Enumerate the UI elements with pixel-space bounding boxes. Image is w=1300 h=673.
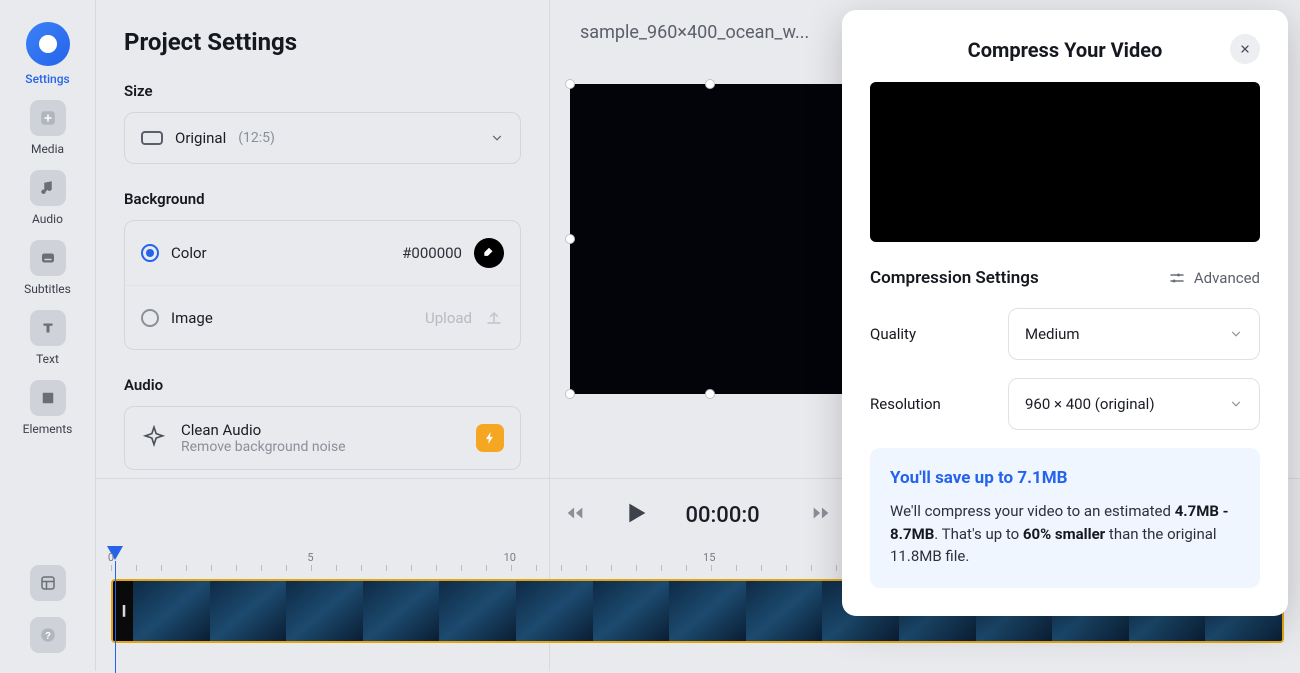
chevron-down-icon (490, 131, 504, 145)
filename: sample_960×400_ocean_w... (580, 22, 809, 43)
ruler-mark: 0 (108, 551, 114, 564)
help-button[interactable]: ? (30, 617, 66, 653)
elements-icon (30, 380, 66, 416)
bolt-icon (483, 431, 497, 445)
background-field-label: Background (124, 190, 521, 208)
resize-handle[interactable] (705, 389, 715, 399)
sidebar: Settings Media Audio Subtitles Text (0, 0, 95, 671)
sidebar-item-label: Elements (23, 422, 73, 436)
music-note-icon (30, 170, 66, 206)
layout-icon (39, 574, 57, 592)
sidebar-item-subtitles[interactable]: Subtitles (18, 240, 78, 296)
radio-color[interactable] (141, 244, 159, 262)
radio-image[interactable] (141, 309, 159, 327)
clean-audio-row[interactable]: Clean Audio Remove background noise (124, 406, 521, 470)
settings-icon (26, 22, 70, 66)
bg-color-hex: #000000 (402, 244, 462, 262)
play-icon (620, 497, 652, 529)
modal-title: Compress Your Video (968, 38, 1163, 62)
sidebar-item-label: Audio (32, 212, 63, 226)
chevron-down-icon (1229, 327, 1243, 341)
close-button[interactable] (1230, 34, 1260, 64)
rewind-button[interactable] (564, 502, 586, 528)
size-field-label: Size (124, 82, 521, 100)
bg-image-label: Image (171, 309, 213, 327)
rewind-icon (564, 502, 586, 524)
plus-icon (30, 100, 66, 136)
advanced-link[interactable]: Advanced (1168, 269, 1260, 287)
size-select[interactable]: Original (12:5) (124, 112, 521, 164)
resolution-select[interactable]: 960 × 400 (original) (1008, 378, 1260, 430)
upload-label: Upload (425, 309, 472, 327)
background-group: Color #000000 Image Upload (124, 220, 521, 350)
resolution-label: Resolution (870, 395, 941, 413)
svg-text:?: ? (45, 631, 51, 642)
background-image-row[interactable]: Image Upload (125, 285, 520, 349)
upload-icon (484, 308, 504, 328)
page-title: Project Settings (124, 28, 521, 56)
layout-button[interactable] (30, 565, 66, 601)
sidebar-item-label: Subtitles (24, 282, 71, 296)
sidebar-item-text[interactable]: Text (18, 310, 78, 366)
sidebar-item-elements[interactable]: Elements (18, 380, 78, 436)
playhead-line (115, 561, 116, 673)
clean-audio-title: Clean Audio (181, 421, 462, 439)
quality-value: Medium (1025, 325, 1080, 343)
paint-icon (482, 246, 496, 260)
advanced-label: Advanced (1194, 269, 1260, 287)
quality-select[interactable]: Medium (1008, 308, 1260, 360)
premium-badge (476, 424, 504, 452)
clip-trim-handle-left[interactable]: || (113, 581, 133, 641)
forward-button[interactable] (810, 502, 832, 528)
sidebar-item-media[interactable]: Media (18, 100, 78, 156)
sliders-icon (1168, 269, 1186, 287)
bg-color-label: Color (171, 244, 207, 262)
ruler-mark: 15 (703, 551, 715, 564)
sidebar-item-label: Text (36, 352, 59, 366)
size-ratio: (12:5) (238, 130, 275, 146)
help-icon: ? (39, 626, 57, 644)
chevron-down-icon (1229, 397, 1243, 411)
compression-settings-title: Compression Settings (870, 268, 1039, 288)
size-value: Original (175, 129, 226, 147)
subtitles-icon (30, 240, 66, 276)
timecode: 00:00:0 (686, 503, 776, 528)
quality-label: Quality (870, 325, 916, 343)
savings-body: We'll compress your video to an estimate… (890, 500, 1240, 568)
modal-video-preview[interactable] (870, 82, 1260, 242)
resize-handle[interactable] (565, 234, 575, 244)
ruler-mark: 5 (307, 551, 313, 564)
resize-handle[interactable] (565, 79, 575, 89)
sidebar-item-label: Media (31, 142, 64, 156)
sidebar-item-audio[interactable]: Audio (18, 170, 78, 226)
forward-icon (810, 502, 832, 524)
ruler-mark: 10 (504, 551, 516, 564)
play-button[interactable] (620, 497, 652, 533)
audio-field-label: Audio (124, 376, 521, 394)
close-icon (1239, 43, 1251, 55)
aspect-icon (141, 131, 163, 145)
resolution-value: 960 × 400 (original) (1025, 395, 1155, 413)
resize-handle[interactable] (565, 389, 575, 399)
clean-audio-subtitle: Remove background noise (181, 439, 462, 455)
background-color-row[interactable]: Color #000000 (125, 221, 520, 285)
savings-info-card: You'll save up to 7.1MB We'll compress y… (870, 448, 1260, 588)
color-picker-button[interactable] (474, 238, 504, 268)
sidebar-item-settings[interactable]: Settings (18, 22, 78, 86)
resize-handle[interactable] (705, 79, 715, 89)
savings-headline: You'll save up to 7.1MB (890, 468, 1240, 488)
video-canvas[interactable] (570, 84, 850, 394)
text-icon (30, 310, 66, 346)
sidebar-item-label: Settings (25, 72, 69, 86)
compress-modal: Compress Your Video Compression Settings… (842, 10, 1288, 616)
sparkle-icon (141, 425, 167, 451)
